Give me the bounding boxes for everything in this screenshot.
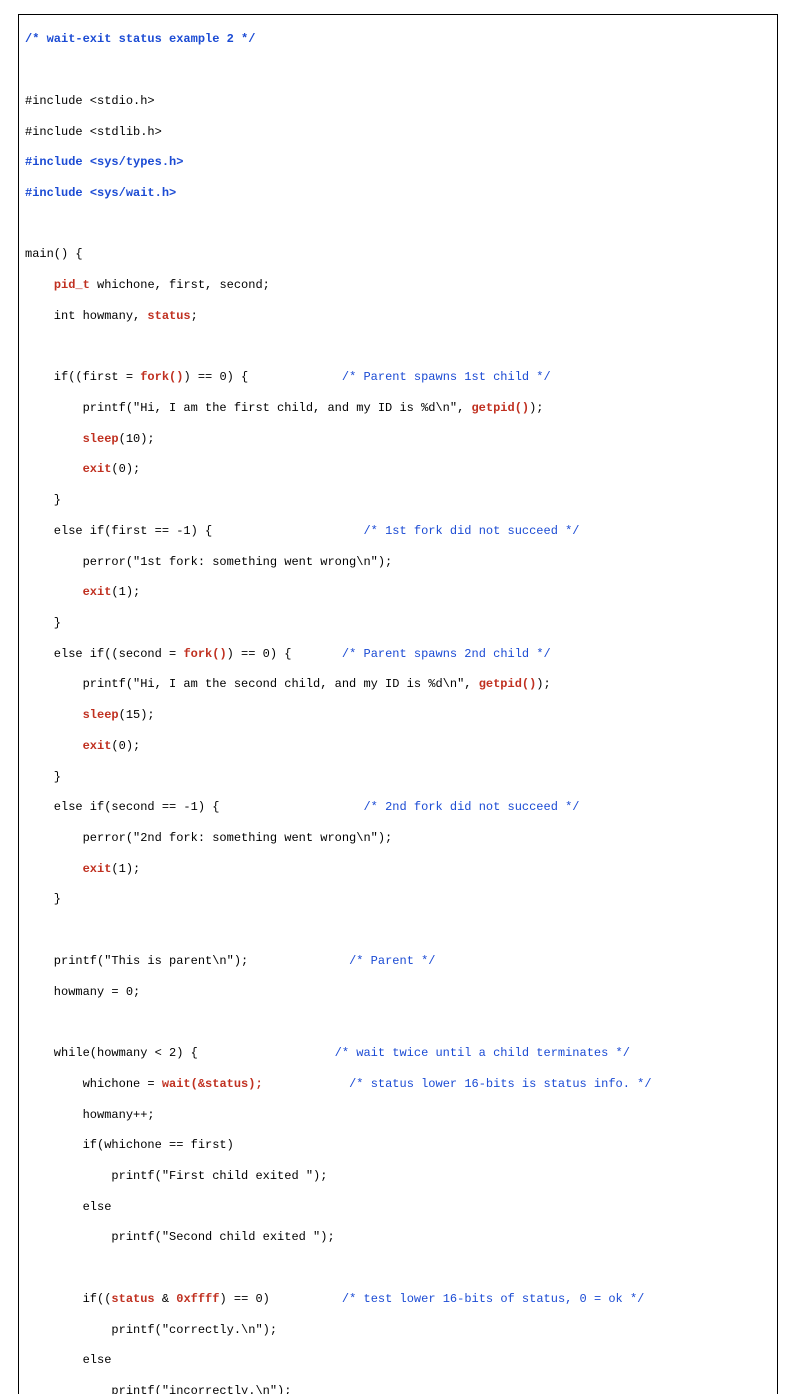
code-text: if(( xyxy=(25,1292,111,1306)
code-keyword: fork() xyxy=(183,647,226,661)
code-text: else if(second == -1) { xyxy=(25,800,219,814)
code-text: } xyxy=(25,892,61,906)
code-text: #include xyxy=(25,186,90,200)
code-pad xyxy=(248,370,342,384)
code-comment: /* Parent */ xyxy=(349,954,435,968)
code-text: howmany++; xyxy=(25,1108,155,1122)
code-text: printf("correctly.\n"); xyxy=(25,1323,277,1337)
code-text: ) == 0) { xyxy=(183,370,248,384)
code-text: printf("First child exited "); xyxy=(25,1169,327,1183)
code-text xyxy=(25,862,83,876)
code-text: (0); xyxy=(111,462,140,476)
code-text: ( xyxy=(191,1077,198,1091)
code-text: printf("This is parent\n"); xyxy=(25,954,248,968)
code-text: perror("1st fork: something went wrong\n… xyxy=(25,555,392,569)
code-keyword: exit xyxy=(83,462,112,476)
code-keyword: wait xyxy=(162,1077,191,1091)
code-pad xyxy=(248,954,349,968)
code-text: printf("incorrectly.\n"); xyxy=(25,1384,291,1394)
code-keyword: status xyxy=(147,309,190,323)
code-text: howmany = 0; xyxy=(25,985,140,999)
code-text: (10); xyxy=(119,432,155,446)
code-text: (0); xyxy=(111,739,140,753)
code-text: main() { xyxy=(25,247,83,261)
code-text: } xyxy=(25,616,61,630)
code-text xyxy=(25,585,83,599)
code-text: ); xyxy=(536,677,550,691)
code-text: (1); xyxy=(111,862,140,876)
code-text: printf("Second child exited "); xyxy=(25,1230,335,1244)
code-text: ); xyxy=(248,1077,262,1091)
code-text: <sys/types.h> xyxy=(90,155,184,169)
code-text: printf("Hi, I am the first child, and my… xyxy=(25,401,471,415)
code-comment: /* status lower 16-bits is status info. … xyxy=(349,1077,651,1091)
code-text: else if((second = xyxy=(25,647,183,661)
code-pad xyxy=(219,800,363,814)
code-comment: /* Parent spawns 2nd child */ xyxy=(342,647,551,661)
code-keyword: sleep xyxy=(83,708,119,722)
code-pad xyxy=(212,524,363,538)
code-text: ) == 0) xyxy=(219,1292,269,1306)
code-text xyxy=(25,708,83,722)
page: /* wait-exit status example 2 */ #includ… xyxy=(0,0,796,1394)
code-text: } xyxy=(25,770,61,784)
code-keyword: exit xyxy=(83,739,112,753)
code-text xyxy=(25,278,54,292)
code-text: ) == 0) { xyxy=(227,647,292,661)
code-text: printf("Hi, I am the second child, and m… xyxy=(25,677,479,691)
code-pad xyxy=(270,1292,342,1306)
code-text: (1); xyxy=(111,585,140,599)
code-keyword: sleep xyxy=(83,432,119,446)
code-text: while(howmany < 2) { xyxy=(25,1046,198,1060)
code-keyword: getpid() xyxy=(479,677,537,691)
code-keyword: 0xffff xyxy=(176,1292,219,1306)
code-text: ); xyxy=(529,401,543,415)
code-text: perror("2nd fork: something went wrong\n… xyxy=(25,831,392,845)
code-comment: /* Parent spawns 1st child */ xyxy=(342,370,551,384)
code-listing: /* wait-exit status example 2 */ #includ… xyxy=(18,14,778,1394)
code-comment: /* 2nd fork did not succeed */ xyxy=(363,800,579,814)
code-text: int howmany, xyxy=(25,309,147,323)
code-text: else xyxy=(25,1353,111,1367)
code-text xyxy=(25,462,83,476)
code-pad xyxy=(263,1077,349,1091)
code-comment: /* test lower 16-bits of status, 0 = ok … xyxy=(342,1292,644,1306)
code-text: (15); xyxy=(119,708,155,722)
code-text xyxy=(25,432,83,446)
code-text: else if(first == -1) { xyxy=(25,524,212,538)
code-title-comment: /* wait-exit status example 2 */ xyxy=(25,32,255,46)
code-text xyxy=(25,739,83,753)
code-text: <sys/wait.h> xyxy=(90,186,176,200)
code-keyword: pid_t xyxy=(54,278,90,292)
code-comment: /* 1st fork did not succeed */ xyxy=(363,524,579,538)
code-text: #include <stdio.h> xyxy=(25,94,155,108)
code-keyword: exit xyxy=(83,585,112,599)
code-text: if(whichone == first) xyxy=(25,1138,234,1152)
code-pad xyxy=(291,647,341,661)
code-text: if((first = xyxy=(25,370,140,384)
code-keyword: status xyxy=(111,1292,154,1306)
code-text: & xyxy=(155,1292,177,1306)
code-keyword: fork() xyxy=(140,370,183,384)
code-text: #include xyxy=(25,155,90,169)
code-pad xyxy=(198,1046,335,1060)
code-text: ; xyxy=(191,309,198,323)
code-text: whichone, first, second; xyxy=(90,278,270,292)
code-text: #include <stdlib.h> xyxy=(25,125,162,139)
code-text: else xyxy=(25,1200,111,1214)
code-keyword: &status xyxy=(198,1077,248,1091)
code-keyword: exit xyxy=(83,862,112,876)
code-text: } xyxy=(25,493,61,507)
code-text: whichone = xyxy=(25,1077,162,1091)
code-comment: /* wait twice until a child terminates *… xyxy=(335,1046,630,1060)
code-keyword: getpid() xyxy=(471,401,529,415)
